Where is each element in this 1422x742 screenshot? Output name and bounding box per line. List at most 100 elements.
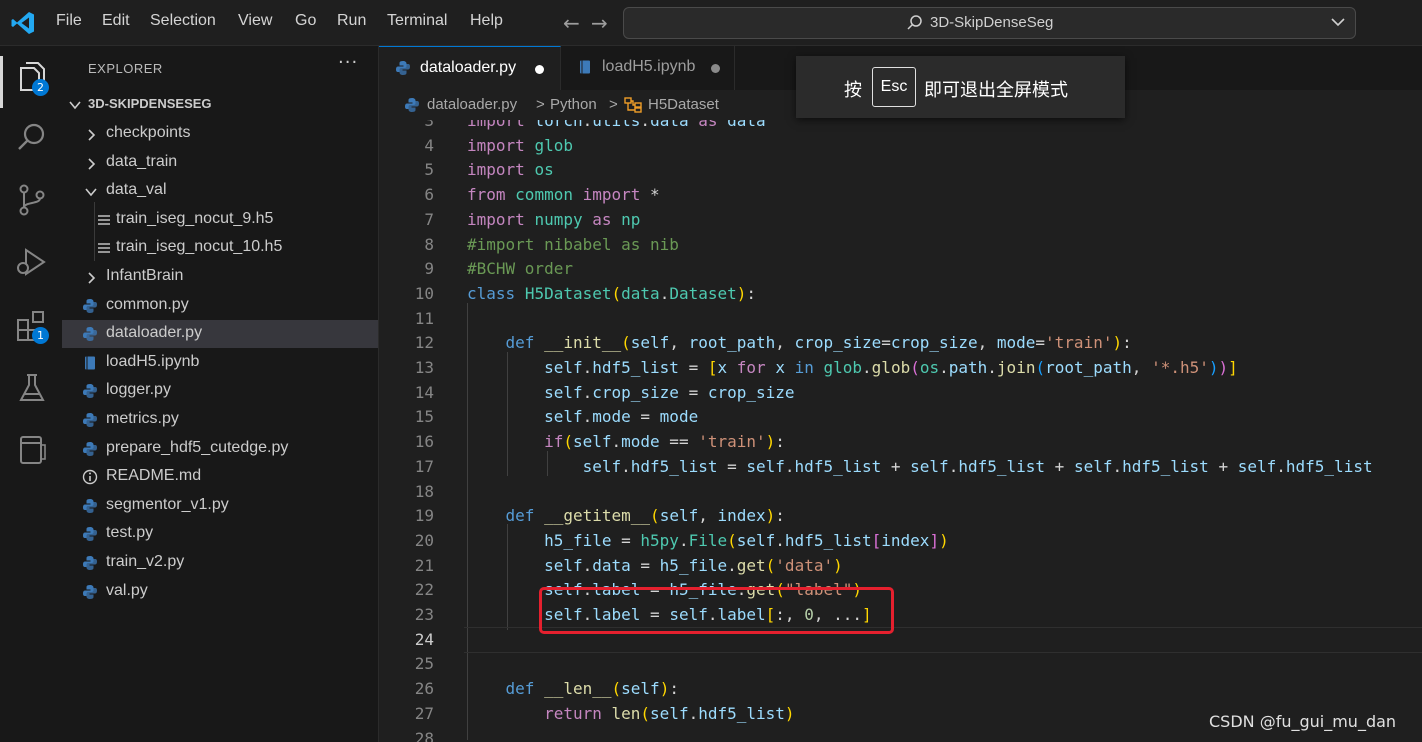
command-center[interactable]: 3D-SkipDenseSeg bbox=[623, 7, 1356, 39]
code-line[interactable]: 17 self.hdf5_list = self.hdf5_list + sel… bbox=[379, 454, 1422, 479]
code-line[interactable]: 3 import torch.utils.data as data bbox=[379, 120, 1422, 133]
code-token: data bbox=[592, 555, 631, 575]
code-token: . bbox=[582, 120, 593, 130]
code-line[interactable]: 12 def __init__(self, root_path, crop_si… bbox=[379, 330, 1422, 355]
code-line[interactable]: 4 import glob bbox=[379, 133, 1422, 158]
python-file-icon bbox=[405, 98, 419, 112]
code-line[interactable]: 6 from common import * bbox=[379, 182, 1422, 207]
menu-help[interactable]: Help bbox=[470, 12, 503, 30]
code-text: if(self.mode == 'train'): bbox=[467, 432, 785, 451]
code-text: def __init__(self, root_path, crop_size=… bbox=[467, 333, 1132, 352]
code-token: ) bbox=[765, 432, 776, 452]
tree-file[interactable]: README.md bbox=[62, 463, 378, 491]
code-token: root_path bbox=[1045, 358, 1132, 377]
code-token: = bbox=[611, 530, 641, 550]
code-line[interactable]: 16 if(self.mode == 'train'): bbox=[379, 429, 1422, 454]
tree-item-label: prepare_hdf5_cutedge.py bbox=[106, 438, 289, 456]
tree-file[interactable]: train_iseg_nocut_10.h5 bbox=[62, 234, 378, 262]
tab-loadh5[interactable]: loadH5.ipynb bbox=[561, 46, 735, 90]
tree-file[interactable]: segmentor_v1.py bbox=[62, 492, 378, 520]
menu-terminal[interactable]: Terminal bbox=[387, 12, 447, 30]
tab-dataloader[interactable]: dataloader.py bbox=[379, 46, 561, 91]
tree-file[interactable]: train_iseg_nocut_9.h5 bbox=[62, 206, 378, 234]
code-token: + bbox=[1045, 456, 1074, 476]
code-line[interactable]: 25 bbox=[379, 651, 1422, 676]
testing-flask-icon[interactable] bbox=[14, 370, 50, 406]
tree-file[interactable]: loadH5.ipynb bbox=[62, 349, 378, 377]
tree-folder[interactable]: InfantBrain bbox=[62, 263, 378, 291]
code-line[interactable]: 26 def __len__(self): bbox=[379, 676, 1422, 701]
code-line[interactable]: 5 import os bbox=[379, 157, 1422, 182]
class-symbol-icon bbox=[624, 97, 642, 113]
code-line[interactable]: 10 class H5Dataset(data.Dataset): bbox=[379, 281, 1422, 306]
code-line[interactable]: 15 self.mode = mode bbox=[379, 404, 1422, 429]
back-arrow-icon[interactable]: ← bbox=[563, 11, 580, 35]
code-token: self bbox=[650, 703, 689, 723]
code-token: os bbox=[919, 358, 940, 377]
code-token: = bbox=[717, 456, 747, 476]
more-actions-icon[interactable]: ··· bbox=[338, 52, 358, 73]
tree-file[interactable]: dataloader.py bbox=[62, 320, 378, 349]
code-line[interactable]: 18 bbox=[379, 479, 1422, 504]
code-line[interactable]: 24 bbox=[379, 626, 1422, 653]
code-line[interactable]: 19 def __getitem__(self, index): bbox=[379, 503, 1422, 528]
code-line[interactable]: 7 import numpy as np bbox=[379, 207, 1422, 232]
menu-file[interactable]: File bbox=[56, 12, 82, 30]
code-editor[interactable]: 3 import torch.utils.data as data 4 import … bbox=[379, 120, 1422, 742]
code-token: 'data' bbox=[775, 555, 834, 575]
code-token: glob bbox=[871, 358, 911, 377]
code-token: common bbox=[515, 185, 573, 205]
code-text: import glob bbox=[467, 136, 573, 155]
code-line[interactable]: 9 #BCHW order bbox=[379, 256, 1422, 281]
tree-file[interactable]: logger.py bbox=[62, 377, 378, 405]
info-icon bbox=[82, 469, 98, 485]
tree-file[interactable]: common.py bbox=[62, 292, 378, 320]
code-token: ) bbox=[1112, 333, 1123, 353]
code-line[interactable]: 22 self.label = h5_file.get("label") bbox=[379, 577, 1422, 602]
breadcrumb-symbol[interactable]: H5Dataset bbox=[648, 96, 719, 113]
tree-folder[interactable]: data_train bbox=[62, 149, 378, 177]
code-token: ) bbox=[659, 679, 670, 699]
activity-bar: 2 1 bbox=[0, 46, 62, 742]
code-line[interactable]: 13 self.hdf5_list = [x for x in glob.glo… bbox=[379, 355, 1422, 380]
tree-file[interactable]: metrics.py bbox=[62, 406, 378, 434]
code-token: in bbox=[794, 358, 814, 377]
code-line[interactable]: 20 h5_file = h5py.File(self.hdf5_list[in… bbox=[379, 528, 1422, 553]
search-icon[interactable] bbox=[14, 120, 50, 156]
forward-arrow-icon[interactable]: → bbox=[591, 11, 608, 35]
search-icon bbox=[907, 15, 922, 30]
tree-file[interactable]: train_v2.py bbox=[62, 549, 378, 577]
code-line[interactable]: 11 bbox=[379, 306, 1422, 331]
tree-file[interactable]: prepare_hdf5_cutedge.py bbox=[62, 435, 378, 463]
menu-edit[interactable]: Edit bbox=[102, 12, 130, 30]
code-line[interactable]: 23 self.label = self.label[:, 0, ...] bbox=[379, 602, 1422, 627]
breadcrumb-language[interactable]: Python bbox=[550, 96, 597, 113]
menu-selection[interactable]: Selection bbox=[150, 12, 216, 30]
code-token: self bbox=[544, 555, 583, 575]
tree-folder[interactable]: data_val bbox=[62, 177, 378, 205]
source-control-icon[interactable] bbox=[14, 182, 50, 218]
menu-view[interactable]: View bbox=[238, 12, 272, 30]
tree-file[interactable]: test.py bbox=[62, 520, 378, 548]
code-token: . bbox=[688, 703, 699, 723]
code-token: . bbox=[582, 382, 593, 402]
breadcrumb-file[interactable]: dataloader.py bbox=[427, 96, 517, 113]
unsaved-dot-icon[interactable] bbox=[711, 64, 720, 73]
tree-folder[interactable]: checkpoints bbox=[62, 120, 378, 148]
code-token: . bbox=[678, 530, 689, 550]
project-folder-header[interactable]: 3D-SKIPDENSESEG bbox=[62, 93, 378, 117]
menu-go[interactable]: Go bbox=[295, 12, 316, 30]
run-debug-icon[interactable] bbox=[14, 244, 50, 280]
unsaved-dot-icon[interactable] bbox=[535, 65, 544, 74]
code-line[interactable]: 8 #import nibabel as nib bbox=[379, 232, 1422, 257]
chevron-down-icon[interactable] bbox=[1329, 13, 1347, 31]
menu-run[interactable]: Run bbox=[337, 12, 366, 30]
code-token: . bbox=[611, 432, 622, 452]
tab-label: dataloader.py bbox=[420, 59, 517, 76]
remote-explorer-icon[interactable] bbox=[14, 432, 50, 468]
code-line[interactable]: 14 self.crop_size = crop_size bbox=[379, 380, 1422, 405]
tree-file[interactable]: val.py bbox=[62, 578, 378, 606]
code-token: = bbox=[630, 407, 660, 427]
code-line[interactable]: 21 self.data = h5_file.get('data') bbox=[379, 553, 1422, 578]
